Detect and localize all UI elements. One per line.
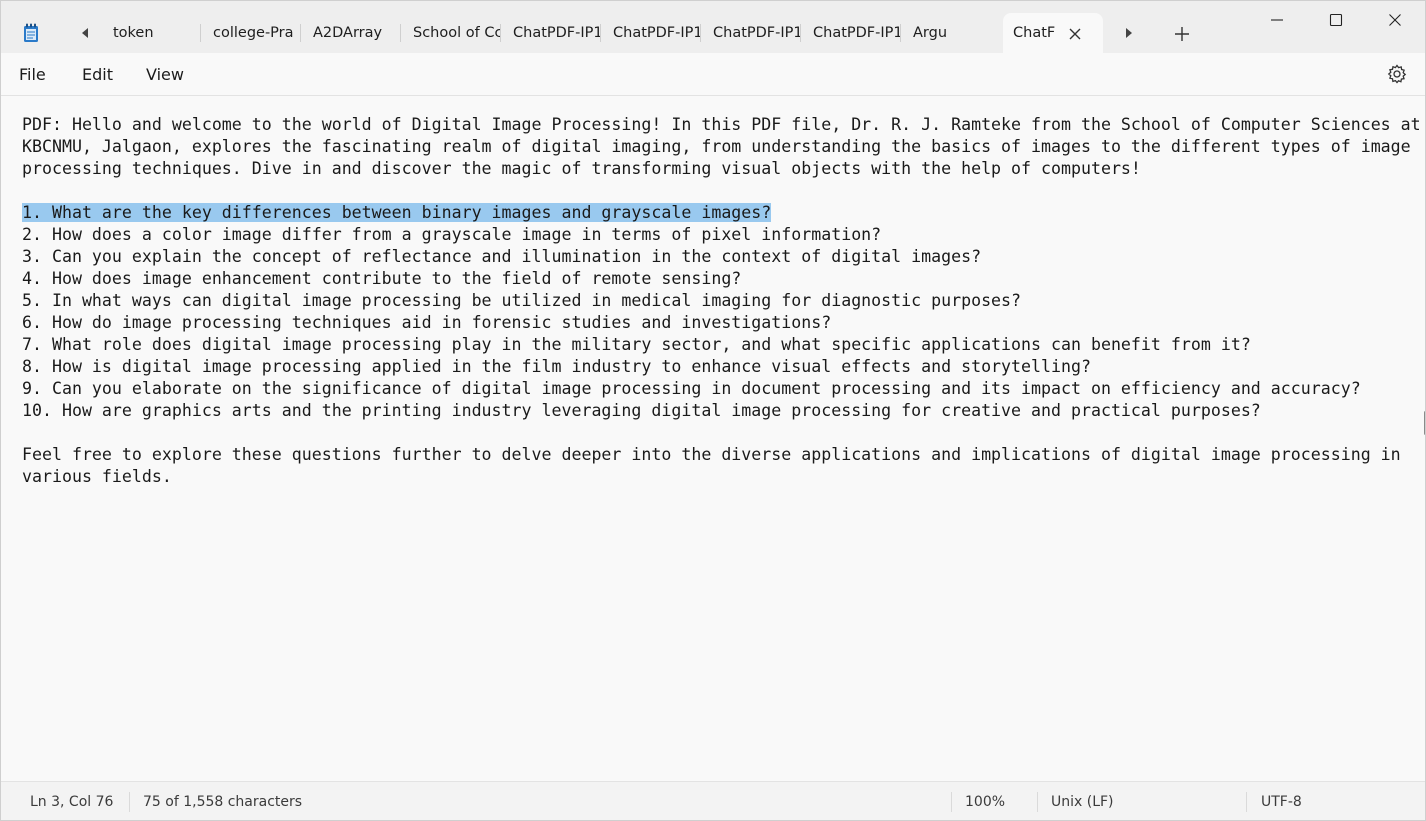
- tab-chatpdf-ip1-b[interactable]: ChatPDF-IP1: [601, 13, 701, 53]
- editor-line: 9. Can you elaborate on the significance…: [22, 379, 1361, 398]
- editor-line-selected: 1. What are the key differences between …: [22, 202, 772, 224]
- tab-label: ChatPDF-IP1: [513, 25, 601, 41]
- minimize-icon: [1271, 19, 1283, 21]
- editor-line: 7. What role does digital image processi…: [22, 335, 1251, 354]
- tab-chatpdf-ip1-a[interactable]: ChatPDF-IP1: [501, 13, 601, 53]
- maximize-icon: [1329, 13, 1343, 27]
- editor-line: 3. Can you explain the concept of reflec…: [22, 247, 982, 266]
- status-bar: Ln 3, Col 76 75 of 1,558 characters 100%…: [1, 781, 1425, 820]
- notepad-app-icon: [24, 23, 38, 42]
- tab-scroll-right-icon[interactable]: [1121, 25, 1137, 41]
- status-character-count: 75 of 1,558 characters: [143, 794, 303, 810]
- tab-label: Argu: [913, 25, 948, 41]
- tab-label: ChatF: [1013, 25, 1056, 41]
- status-cursor-position: Ln 3, Col 76: [30, 794, 114, 810]
- tab-label: ChatPDF-IP1: [713, 25, 801, 41]
- editor-line: 4. How does image enhancement contribute…: [22, 269, 742, 288]
- editor-line: 2. How does a color image differ from a …: [22, 225, 882, 244]
- status-zoom[interactable]: 100%: [965, 794, 1005, 810]
- editor-line: 6. How do image processing techniques ai…: [22, 313, 832, 332]
- editor-line: KBCNMU, Jalgaon, explores the fascinatin…: [22, 137, 1411, 156]
- editor-line: 10. How are graphics arts and the printi…: [22, 401, 1261, 420]
- tab-chatf-active[interactable]: ChatF: [1003, 13, 1103, 53]
- new-tab-plus-icon[interactable]: [1173, 25, 1191, 43]
- tab-label: token: [113, 25, 154, 41]
- editor-line: 8. How is digital image processing appli…: [22, 357, 1091, 376]
- minimize-button[interactable]: [1249, 1, 1307, 39]
- tab-label: ChatPDF-IP1: [613, 25, 701, 41]
- tab-label: A2DArray: [313, 25, 383, 41]
- settings-gear-icon[interactable]: [1387, 64, 1407, 84]
- menu-view[interactable]: View: [146, 65, 184, 84]
- tab-chatpdf-ip1-d[interactable]: ChatPDF-IP1: [801, 13, 901, 53]
- close-tab-icon[interactable]: [1067, 26, 1083, 42]
- menu-bar: File Edit View: [1, 53, 1425, 96]
- title-bar[interactable]: token college-Pra A2DArray School of Cc …: [1, 1, 1425, 53]
- status-divider: [1246, 792, 1247, 812]
- close-icon: [1389, 14, 1401, 26]
- tab-college-pra[interactable]: college-Pra: [201, 13, 301, 53]
- status-encoding[interactable]: UTF-8: [1261, 794, 1302, 810]
- tab-token[interactable]: token: [101, 13, 201, 53]
- menu-file[interactable]: File: [19, 65, 46, 84]
- editor-line: 5. In what ways can digital image proces…: [22, 291, 1022, 310]
- text-editor[interactable]: PDF: Hello and welcome to the world of D…: [1, 96, 1425, 780]
- tab-label: ChatPDF-IP1: [813, 25, 901, 41]
- selected-text: 1. What are the key differences between …: [22, 203, 772, 222]
- editor-line: PDF: Hello and welcome to the world of D…: [22, 115, 1421, 134]
- tab-label: college-Pra: [213, 25, 294, 41]
- tab-a2darray[interactable]: A2DArray: [301, 13, 401, 53]
- tab-label: School of Cc: [413, 25, 501, 41]
- editor-line: processing techniques. Dive in and disco…: [22, 159, 1141, 178]
- maximize-button[interactable]: [1308, 1, 1366, 39]
- tab-argu[interactable]: Argu: [901, 13, 1001, 53]
- status-line-ending[interactable]: Unix (LF): [1051, 794, 1114, 810]
- tab-chatpdf-ip1-c[interactable]: ChatPDF-IP1: [701, 13, 801, 53]
- notepad-window: token college-Pra A2DArray School of Cc …: [0, 0, 1426, 821]
- tab-school-of-cc[interactable]: School of Cc: [401, 13, 501, 53]
- status-divider: [1037, 792, 1038, 812]
- tab-scroll-left-icon[interactable]: [77, 25, 93, 41]
- status-divider: [129, 792, 130, 812]
- editor-line: various fields.: [22, 467, 172, 486]
- close-window-button[interactable]: [1367, 1, 1425, 39]
- editor-line: Feel free to explore these questions fur…: [22, 445, 1401, 464]
- menu-edit[interactable]: Edit: [82, 65, 113, 84]
- status-divider: [951, 792, 952, 812]
